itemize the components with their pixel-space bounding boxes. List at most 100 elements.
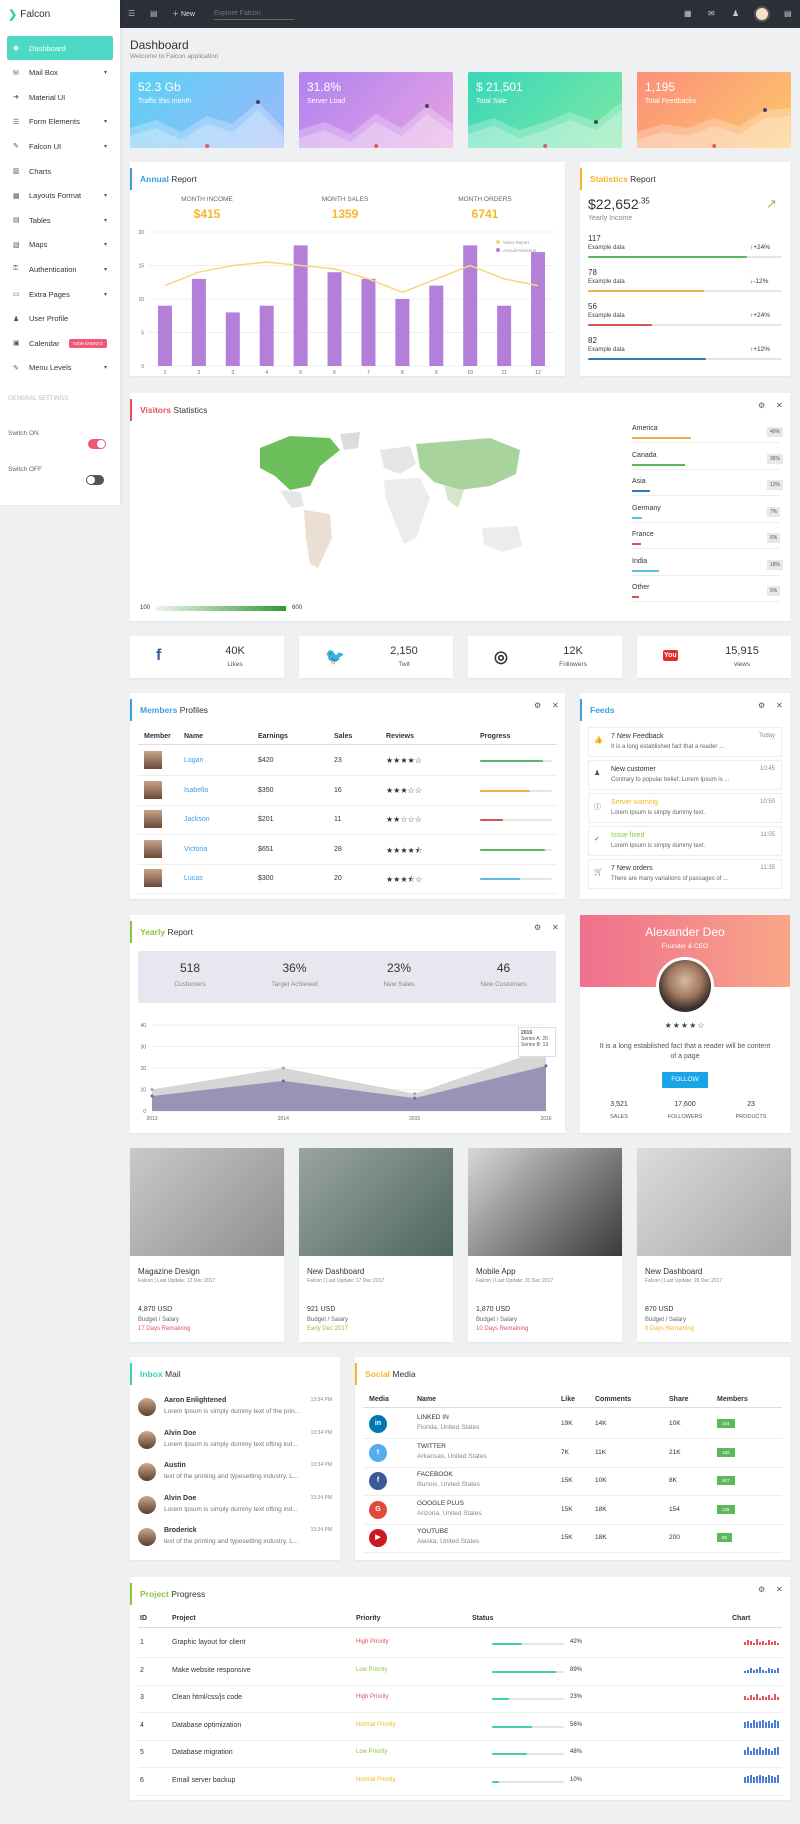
googleplus-icon[interactable]: G	[369, 1500, 387, 1519]
settings-panel-icon[interactable]: ▤	[784, 9, 792, 18]
inbox-item[interactable]: Broderick 13:34 PM text of the printing an…	[138, 1525, 332, 1553]
menu-toggle-icon[interactable]: ☰	[128, 9, 135, 18]
member-name[interactable]: Jackson	[184, 816, 210, 823]
gear-icon[interactable]: ⚙	[534, 701, 541, 710]
bar[interactable]	[463, 245, 478, 366]
bar[interactable]	[191, 278, 206, 366]
sidebar-item-material-ui[interactable]: ➜ Material UI	[7, 85, 113, 109]
linkedin-icon[interactable]: in	[369, 1415, 387, 1433]
thumbs-up-icon: 👍	[594, 737, 603, 744]
stat-card[interactable]: 52.3 Gb Traffic this month	[130, 72, 284, 148]
feed-item[interactable]: ⓘ Server warning Lorem Ipsum is simply dum…	[588, 793, 782, 823]
gear-icon[interactable]: ⚙	[758, 1585, 765, 1594]
social-stat-card[interactable]: You 15,915 views	[637, 636, 791, 678]
follow-button[interactable]: FOLLOW	[662, 1072, 708, 1088]
feed-item[interactable]: ✓ Issue fixed Lorem Ipsum is simply dummy …	[588, 826, 782, 856]
youtube-icon[interactable]: ▶	[369, 1529, 387, 1548]
bar[interactable]	[293, 245, 308, 366]
project-priority: High Priority	[356, 1694, 389, 1700]
country-pct: 12%	[767, 480, 784, 490]
country-divider	[632, 601, 780, 602]
sidebar-item-maps[interactable]: ▧ Maps ▾	[7, 233, 113, 257]
media-comments: 11K	[595, 1448, 607, 1456]
new-button[interactable]: ＋ New	[172, 9, 195, 19]
sidebar-item-calendar[interactable]: ▣ Calendar NEW EVENTS	[7, 331, 113, 355]
project-card[interactable]: New Dashboard Falcon | Last Update: 17 De…	[299, 1148, 453, 1342]
grid-icon[interactable]: ▦	[684, 9, 692, 18]
area-point[interactable]	[413, 1092, 417, 1096]
social-stat-card[interactable]: f 40K Likes	[130, 636, 284, 678]
area-point[interactable]	[281, 1066, 285, 1070]
bar[interactable]	[327, 272, 342, 366]
mail-icon[interactable]: ✉	[708, 9, 715, 18]
gear-icon[interactable]: ⚙	[534, 923, 541, 932]
area-point[interactable]	[150, 1094, 154, 1098]
layout-icon[interactable]: ▤	[150, 9, 158, 18]
twitter-icon[interactable]: t	[369, 1443, 387, 1462]
project-card[interactable]: Mobile App Falcon | Last Update: 31 Dec 2…	[468, 1148, 622, 1342]
stat-card[interactable]: 31.8% Server Load	[299, 72, 453, 148]
trend-up-icon: ↗	[766, 196, 777, 211]
stat-card[interactable]: $ 21,501 Total Sale	[468, 72, 622, 148]
sidebar-item-layouts-format[interactable]: ▦ Layouts Format ▾	[7, 184, 113, 208]
search-input[interactable]	[214, 8, 294, 20]
inbox-item[interactable]: Alvin Doe 13:34 PM Lorem Ipsum is simply d…	[138, 1428, 332, 1456]
member-name[interactable]: Logan	[184, 757, 203, 764]
feed-item[interactable]: ♟ New customer Contrary to popular belief,…	[588, 760, 782, 790]
sidebar-item-falcon-ui[interactable]: ✎ Falcon UI ▾	[7, 134, 113, 158]
inbox-item[interactable]: Aaron Enlightened 13:34 PM Lorem Ipsum is …	[138, 1395, 332, 1423]
sidebar-item-dashboard[interactable]: ◉ Dashboard	[7, 36, 113, 60]
sidebar-item-extra-pages[interactable]: ▭ Extra Pages ▾	[7, 282, 113, 306]
feed-item[interactable]: 👍 7 New Feedback It is a long established …	[588, 727, 782, 757]
stat-card[interactable]: 1,195 Total Feedbacks	[637, 72, 791, 148]
sidebar-item-menu-levels[interactable]: ✎ Menu Levels ▾	[7, 356, 113, 380]
member-name[interactable]: Lucas	[184, 875, 203, 882]
bar[interactable]	[497, 305, 512, 366]
bar[interactable]	[429, 285, 444, 366]
close-icon[interactable]: ✕	[776, 1585, 783, 1594]
project-progress-fill	[492, 1670, 557, 1673]
member-name[interactable]: Victoria	[184, 846, 207, 853]
column-header: ID	[140, 1615, 147, 1622]
inbox-item[interactable]: Austin 13:34 PM text of the printing and t…	[138, 1460, 332, 1488]
sidebar-item-form-elements[interactable]: ☰ Form Elements ▾	[7, 110, 113, 134]
project-card[interactable]: Magazine Design Falcon | Last Update: 12 …	[130, 1148, 284, 1342]
bar[interactable]	[361, 278, 376, 366]
avatar[interactable]	[754, 6, 770, 22]
close-icon[interactable]: ✕	[552, 701, 559, 710]
gear-icon[interactable]: ⚙	[758, 401, 765, 410]
user-add-icon[interactable]: ♟	[732, 9, 739, 18]
inbox-item[interactable]: Alvin Doe 13:34 PM Lorem Ipsum is simply d…	[138, 1493, 332, 1521]
switch-off-toggle[interactable]	[86, 475, 104, 485]
project-sparkline	[744, 1663, 779, 1673]
sidebar-item-user-profile[interactable]: ♟ User Profile	[7, 307, 113, 331]
sidebar-item-charts[interactable]: ▥ Charts	[7, 159, 113, 183]
close-icon[interactable]: ✕	[776, 701, 783, 710]
area-point[interactable]	[281, 1079, 285, 1083]
area-point[interactable]	[150, 1088, 154, 1091]
project-status: 42%	[570, 1639, 583, 1645]
sidebar-item-tables[interactable]: ▤ Tables ▾	[7, 208, 113, 232]
close-icon[interactable]: ✕	[552, 923, 559, 932]
area-point[interactable]	[413, 1096, 417, 1100]
facebook-icon[interactable]: f	[369, 1472, 387, 1491]
close-icon[interactable]: ✕	[776, 401, 783, 410]
social-stat-card[interactable]: 🐦 2,150 Twit	[299, 636, 453, 678]
bar[interactable]	[225, 312, 240, 366]
feed-item[interactable]: 🛒 7 New orders There are many variations o…	[588, 859, 782, 889]
project-card[interactable]: New Dashboard Falcon | Last Update: 26 De…	[637, 1148, 791, 1342]
country-pct: 18%	[767, 559, 784, 570]
area-point[interactable]	[544, 1064, 548, 1068]
bar[interactable]	[395, 299, 410, 366]
bar[interactable]	[531, 252, 546, 366]
gear-icon[interactable]: ⚙	[758, 701, 765, 710]
bar[interactable]	[157, 305, 172, 366]
logo[interactable]: ❯ Falcon	[0, 0, 120, 28]
table-icon: ▤	[13, 217, 20, 225]
social-stat-card[interactable]: ◎ 12K Followers	[468, 636, 622, 678]
sidebar-item-authentication[interactable]: ⚿ Authentication ▾	[7, 257, 113, 281]
sidebar-item-mail-box[interactable]: ✉ Mail Box ▾	[7, 61, 113, 85]
member-name[interactable]: Isabella	[184, 787, 208, 794]
bar[interactable]	[259, 305, 274, 366]
switch-on-toggle[interactable]	[88, 439, 106, 449]
